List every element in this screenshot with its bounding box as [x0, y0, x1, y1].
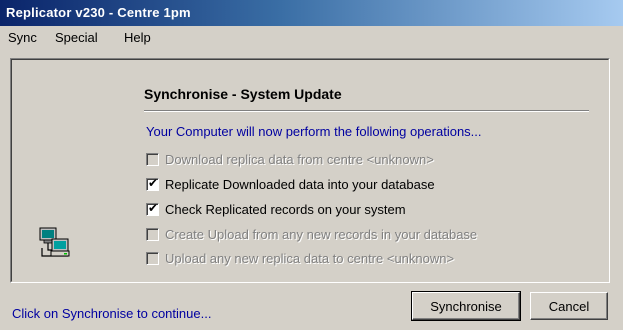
operation-label: Check Replicated records on your system [165, 201, 406, 217]
operation-create-upload[interactable]: Create Upload from any new records in yo… [146, 225, 477, 243]
operation-label: Create Upload from any new records in yo… [165, 226, 478, 242]
check-mark-icon: ✔ [148, 200, 159, 215]
synchronise-button-label: Synchronise [430, 298, 502, 314]
operation-upload[interactable]: Upload any new replica data to centre <u… [146, 249, 454, 267]
window-title: Replicator v230 - Centre 1pm [6, 5, 191, 20]
cancel-button-label: Cancel [548, 298, 590, 314]
check-mark-icon: ✔ [148, 175, 159, 190]
operations-intro: Your Computer will now perform the follo… [146, 124, 482, 139]
network-computers-icon [39, 227, 70, 257]
operation-label: Upload any new replica data to centre <u… [165, 250, 455, 266]
operations-panel: Synchronise - System Update Your Compute… [10, 58, 610, 283]
menu-bar: Sync Special Help [0, 26, 623, 50]
operation-label: Download replica data from centre <unkno… [165, 151, 434, 167]
heading-divider-highlight [144, 111, 589, 112]
menu-special[interactable]: Special [55, 30, 98, 45]
status-message: Click on Synchronise to continue... [12, 306, 212, 321]
operations-panel-inner: Synchronise - System Update Your Compute… [11, 59, 609, 282]
title-bar[interactable]: Replicator v230 - Centre 1pm [0, 0, 623, 26]
operation-replicate[interactable]: ✔ Replicate Downloaded data into your da… [146, 175, 435, 193]
menu-help[interactable]: Help [124, 30, 151, 45]
operation-checkbox[interactable] [146, 152, 159, 166]
operation-check-records[interactable]: ✔ Check Replicated records on your syste… [146, 200, 406, 218]
operation-label: Replicate Downloaded data into your data… [165, 176, 435, 192]
synchronise-button[interactable]: Synchronise [411, 291, 521, 321]
replicator-window: Replicator v230 - Centre 1pm Sync Specia… [0, 0, 623, 330]
operation-checkbox[interactable]: ✔ [146, 175, 159, 191]
operation-checkbox[interactable]: ✔ [146, 200, 159, 216]
dialog-heading: Synchronise - System Update [144, 86, 342, 102]
operation-download[interactable]: Download replica data from centre <unkno… [146, 150, 434, 168]
operation-checkbox[interactable] [146, 251, 159, 265]
menu-sync[interactable]: Sync [8, 30, 37, 45]
cancel-button[interactable]: Cancel [530, 292, 608, 320]
operation-checkbox[interactable] [146, 227, 159, 241]
